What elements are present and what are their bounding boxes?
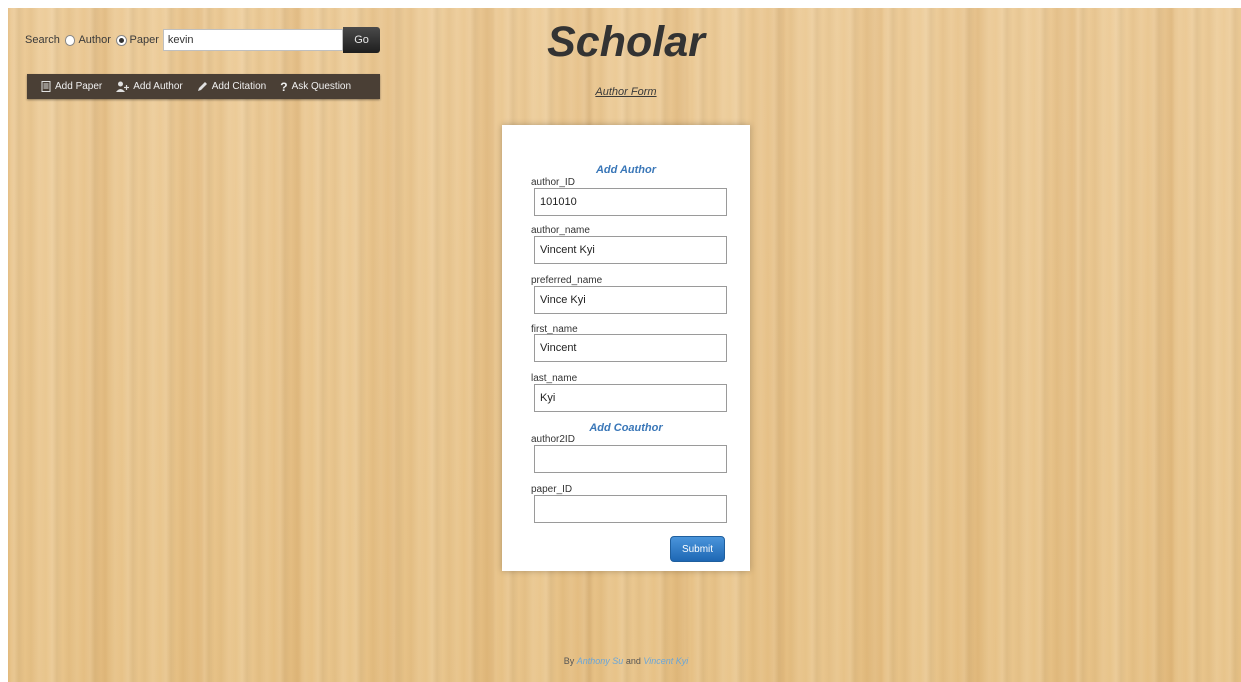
- search-label: Search: [25, 34, 60, 46]
- paper-id-label: paper_ID: [531, 484, 573, 495]
- footer-author-link-1[interactable]: Anthony Su: [577, 656, 624, 666]
- author-form: Add Author author_ID author_name preferr…: [502, 125, 750, 571]
- author-radio[interactable]: [64, 34, 76, 46]
- author-name-label: author_name: [531, 225, 590, 236]
- last-name-input[interactable]: [534, 384, 727, 412]
- submit-button[interactable]: Submit: [670, 536, 725, 562]
- author-radio-label: Author: [78, 34, 111, 46]
- footer-author-link-2[interactable]: Vincent Kyi: [643, 656, 688, 666]
- nav-add-paper[interactable]: Add Paper: [41, 81, 102, 92]
- nav-add-paper-label: Add Paper: [55, 81, 103, 92]
- nav-add-author[interactable]: Add Author: [116, 81, 183, 92]
- question-icon: ?: [280, 79, 288, 94]
- first-name-input[interactable]: [534, 334, 727, 362]
- nav-add-citation[interactable]: Add Citation: [197, 81, 266, 92]
- search-input[interactable]: [162, 29, 344, 51]
- go-button[interactable]: Go: [343, 27, 380, 53]
- author-id-input[interactable]: [534, 188, 727, 216]
- nav-add-citation-label: Add Citation: [211, 81, 267, 92]
- nav-ask-question-label: Ask Question: [291, 81, 352, 92]
- author2id-input[interactable]: [534, 445, 727, 473]
- search-bar: Search Author Paper Go: [25, 27, 380, 53]
- paper-radio-label: Paper: [129, 34, 159, 46]
- footer-credits: By Anthony Su and Vincent Kyi: [500, 656, 752, 666]
- document-icon: [41, 81, 51, 92]
- page-title: Scholar: [547, 18, 705, 66]
- last-name-label: last_name: [531, 373, 578, 384]
- page-subtitle[interactable]: Author Form: [500, 86, 752, 98]
- pencil-icon: [197, 82, 207, 91]
- paper-radio[interactable]: [115, 34, 127, 46]
- add-author-heading: Add Author: [595, 164, 657, 176]
- footer-by: By: [563, 656, 575, 666]
- nav-add-author-label: Add Author: [133, 81, 183, 92]
- nav-ask-question[interactable]: ? Ask Question: [280, 80, 351, 94]
- author-name-input[interactable]: [534, 236, 727, 264]
- author-id-label: author_ID: [531, 177, 575, 188]
- add-coauthor-heading: Add Coauthor: [589, 422, 663, 434]
- paper-id-input[interactable]: [534, 495, 727, 523]
- action-nav: Add Paper Add Author Add Citation ? Ask …: [27, 74, 380, 99]
- preferred-name-label: preferred_name: [531, 275, 603, 286]
- footer-and: and: [625, 656, 641, 666]
- preferred-name-input[interactable]: [534, 286, 727, 314]
- author2id-label: author2ID: [531, 434, 575, 445]
- add-user-icon: [116, 81, 130, 92]
